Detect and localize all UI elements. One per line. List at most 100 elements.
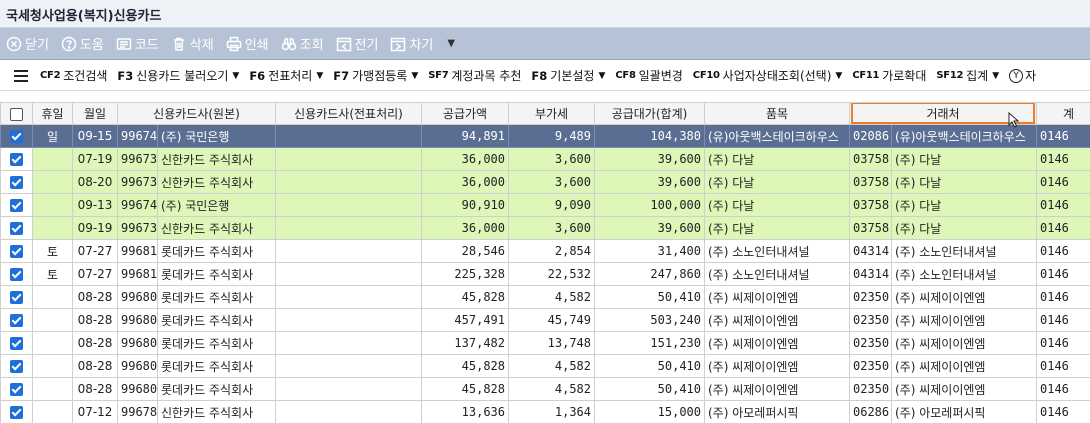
cell-total[interactable]: 15,000 — [594, 400, 705, 423]
col-header-holiday[interactable]: 휴일 — [32, 102, 73, 125]
cell-card-code[interactable]: 99680 — [117, 285, 158, 309]
menu-item-f6[interactable]: F6 전표처리 ▼ — [249, 67, 323, 84]
cell-date[interactable]: 07-27 — [72, 239, 118, 263]
prev-period-button[interactable]: 전기 — [336, 32, 378, 56]
cell-total[interactable]: 39,600 — [594, 147, 705, 171]
col-header-date[interactable]: 월일 — [72, 102, 118, 125]
table-row[interactable]: 08-28 99680 롯데카드 주식회사 45,828 4,582 50,410 (주) … — [0, 354, 1090, 378]
cell-vendor-code[interactable]: 03758 — [849, 193, 892, 217]
cell-card-voucher[interactable] — [275, 377, 422, 401]
menu-item-cf2[interactable]: CF2 조건검색 — [40, 67, 107, 84]
row-checkbox[interactable] — [10, 130, 23, 143]
row-checkbox[interactable] — [10, 153, 23, 166]
menu-item-cf11[interactable]: CF11 가로확대 — [852, 67, 926, 84]
cell-vat[interactable]: 3,600 — [508, 170, 595, 194]
cell-card-name[interactable]: (주) 국민은행 — [157, 193, 276, 217]
cell-supply[interactable]: 137,482 — [421, 331, 509, 355]
cell-item[interactable]: (주) 소노인터내셔널 — [704, 239, 850, 263]
cell-item[interactable]: (주) 아모레퍼시픽 — [704, 400, 850, 423]
cell-total[interactable]: 50,410 — [594, 377, 705, 401]
cell-item[interactable]: (주) 다날 — [704, 193, 850, 217]
row-checkbox-cell[interactable] — [0, 239, 33, 263]
cell-vat[interactable]: 4,582 — [508, 354, 595, 378]
cell-card-voucher[interactable] — [275, 193, 422, 217]
cell-item[interactable]: (주) 씨제이이엔엠 — [704, 377, 850, 401]
cell-item[interactable]: (주) 씨제이이엔엠 — [704, 354, 850, 378]
cell-total[interactable]: 39,600 — [594, 216, 705, 240]
caret-down-icon[interactable]: ▼ — [411, 71, 418, 81]
col-header-card-voucher[interactable]: 신용카드사(전표처리) — [275, 102, 422, 125]
table-row[interactable]: 08-28 99680 롯데카드 주식회사 45,828 4,582 50,410 (주) … — [0, 285, 1090, 309]
cell-vendor[interactable]: (주) 씨제이이엔엠 — [891, 354, 1037, 378]
cell-card-code[interactable]: 99680 — [117, 377, 158, 401]
cell-total[interactable]: 247,860 — [594, 262, 705, 286]
cell-total[interactable]: 100,000 — [594, 193, 705, 217]
cell-card-code[interactable]: 99678 — [117, 400, 158, 423]
cell-vat[interactable]: 45,749 — [508, 308, 595, 332]
cell-supply[interactable]: 36,000 — [421, 216, 509, 240]
caret-down-icon[interactable]: ▼ — [232, 71, 239, 81]
cell-vendor-code[interactable]: 03758 — [849, 170, 892, 194]
table-row[interactable]: 07-19 99673 신한카드 주식회사 36,000 3,600 39,600 (주) … — [0, 147, 1090, 171]
cell-date[interactable]: 08-28 — [72, 308, 118, 332]
cell-account[interactable]: 0146 — [1036, 308, 1090, 332]
cell-vendor-code[interactable]: 02086 — [849, 124, 892, 148]
menu-item-sf7[interactable]: SF7 계정과목 추천 — [428, 67, 521, 84]
cell-vendor-code[interactable]: 02350 — [849, 308, 892, 332]
cell-item[interactable]: (주) 씨제이이엔엠 — [704, 308, 850, 332]
cell-holiday[interactable] — [32, 285, 73, 309]
cell-card-voucher[interactable] — [275, 354, 422, 378]
cell-date[interactable]: 08-28 — [72, 377, 118, 401]
cell-vendor[interactable]: (주) 씨제이이엔엠 — [891, 285, 1037, 309]
cell-account[interactable]: 0146 — [1036, 354, 1090, 378]
row-checkbox[interactable] — [10, 406, 23, 419]
table-row[interactable]: 08-28 99680 롯데카드 주식회사 45,828 4,582 50,410 (주) … — [0, 377, 1090, 401]
cell-account[interactable]: 0146 — [1036, 239, 1090, 263]
cell-total[interactable]: 50,410 — [594, 354, 705, 378]
cell-total[interactable]: 503,240 — [594, 308, 705, 332]
cell-supply[interactable]: 94,891 — [421, 124, 509, 148]
cell-vat[interactable]: 9,090 — [508, 193, 595, 217]
cell-vat[interactable]: 3,600 — [508, 216, 595, 240]
cell-supply[interactable]: 45,828 — [421, 377, 509, 401]
col-header-item[interactable]: 품목 — [704, 102, 850, 125]
cell-supply[interactable]: 225,328 — [421, 262, 509, 286]
hamburger-icon[interactable] — [14, 69, 28, 82]
cell-date[interactable]: 07-12 — [72, 400, 118, 423]
row-checkbox[interactable] — [10, 337, 23, 350]
cell-total[interactable]: 50,410 — [594, 285, 705, 309]
row-checkbox-cell[interactable] — [0, 193, 33, 217]
cell-account[interactable]: 0146 — [1036, 170, 1090, 194]
cell-vendor-code[interactable]: 04314 — [849, 262, 892, 286]
row-checkbox-cell[interactable] — [0, 331, 33, 355]
cell-date[interactable]: 09-19 — [72, 216, 118, 240]
cell-holiday[interactable]: 토 — [32, 262, 73, 286]
cell-account[interactable]: 0146 — [1036, 285, 1090, 309]
cell-supply[interactable]: 45,828 — [421, 285, 509, 309]
cell-date[interactable]: 08-28 — [72, 331, 118, 355]
cell-item[interactable]: (주) 다날 — [704, 170, 850, 194]
cell-vendor-code[interactable]: 03758 — [849, 216, 892, 240]
cell-supply[interactable]: 45,828 — [421, 354, 509, 378]
row-checkbox-cell[interactable] — [0, 216, 33, 240]
cell-item[interactable]: (유)아웃백스테이크하우스 — [704, 124, 850, 148]
cell-vat[interactable]: 13,748 — [508, 331, 595, 355]
table-row[interactable]: 08-28 99680 롯데카드 주식회사 137,482 13,748 151,230(… — [0, 331, 1090, 355]
col-header-total[interactable]: 공급대가(합계) — [594, 102, 705, 125]
cell-vendor[interactable]: (주) 소노인터내셔널 — [891, 262, 1037, 286]
row-checkbox-cell[interactable] — [0, 354, 33, 378]
table-row[interactable]: 08-28 99680 롯데카드 주식회사 457,491 45,749 503,240(… — [0, 308, 1090, 332]
row-checkbox-cell[interactable] — [0, 308, 33, 332]
cell-holiday[interactable] — [32, 147, 73, 171]
row-checkbox[interactable] — [10, 383, 23, 396]
row-checkbox-cell[interactable] — [0, 124, 33, 148]
table-row[interactable]: 09-13 99674 (주) 국민은행 90,910 9,090 100,000 (주) … — [0, 193, 1090, 217]
row-checkbox[interactable] — [10, 360, 23, 373]
cell-vendor-code[interactable]: 02350 — [849, 377, 892, 401]
cell-card-voucher[interactable] — [275, 170, 422, 194]
col-header-card-original[interactable]: 신용카드사(원본) — [117, 102, 276, 125]
cell-card-voucher[interactable] — [275, 400, 422, 423]
cell-holiday[interactable] — [32, 331, 73, 355]
select-all-header[interactable] — [0, 102, 33, 125]
table-row[interactable]: 09-19 99673 신한카드 주식회사 36,000 3,600 39,600 (주) … — [0, 216, 1090, 240]
